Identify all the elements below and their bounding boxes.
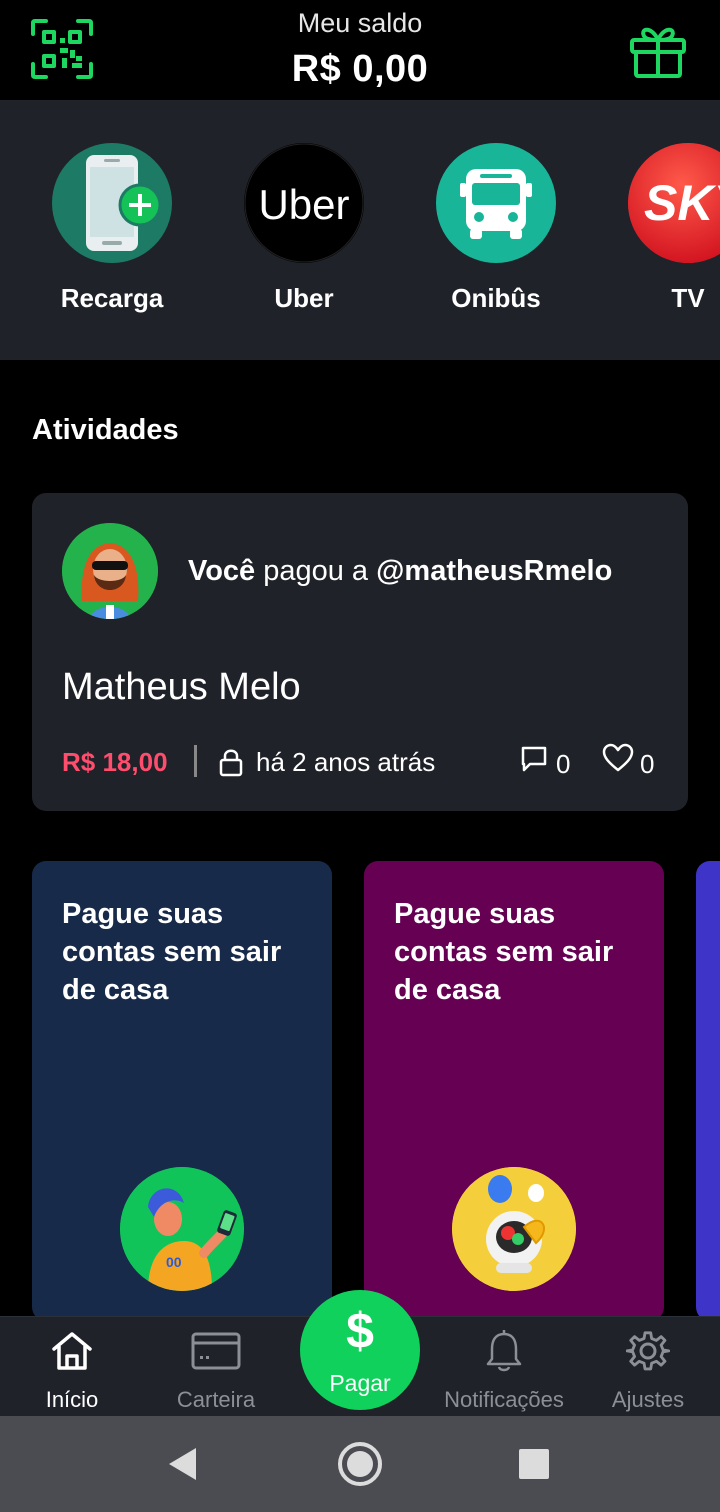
nav-label: Ajustes [611, 1387, 685, 1412]
heart-icon[interactable] [602, 743, 634, 773]
sky-logo: SKY [628, 143, 720, 263]
like-count: 0 [640, 749, 655, 779]
balance-label: Meu saldo [297, 8, 423, 38]
bell-icon [486, 1330, 522, 1372]
app-header: Meu saldo R$ 0,00 [0, 0, 720, 100]
nav-item-carteira[interactable]: Carteira [144, 1317, 288, 1417]
bus-icon [436, 143, 556, 263]
shortcut-label: TV [671, 283, 705, 313]
shortcut-uber[interactable]: Uber Uber [228, 143, 378, 333]
nav-item-ajustes[interactable]: Ajustes [576, 1317, 720, 1417]
phone-add-icon [52, 143, 172, 263]
sky-logo-text: SKY [644, 175, 720, 231]
shortcut-tv[interactable]: SKY TV [612, 143, 720, 333]
uber-logo-text: Uber [258, 181, 349, 228]
balance-value[interactable]: R$ 0,00 [0, 48, 720, 91]
dollar-icon: $ [346, 1303, 374, 1359]
activity-target-handle[interactable]: @matheusRmelo [376, 555, 612, 587]
divider [194, 745, 197, 777]
jersey-number-00: 00 [166, 1254, 182, 1270]
activity-time: há 2 anos atrás [256, 747, 436, 777]
shortcut-label: Uber [274, 283, 334, 313]
comment-icon[interactable] [520, 745, 548, 773]
activities-title: Atividades [32, 414, 179, 446]
promo-card[interactable]: Pague suas contas sem sair de casa 00 [32, 861, 332, 1321]
back-triangle-icon[interactable] [166, 1446, 198, 1482]
activity-recipient-name: Matheus Melo [62, 666, 301, 708]
nav-item-inicio[interactable]: Início [0, 1317, 144, 1417]
nav-item-notificacoes[interactable]: Notificações [432, 1317, 576, 1417]
shortcut-onibus[interactable]: Onibûs [420, 143, 570, 333]
comment-count: 0 [556, 749, 571, 779]
lock-icon [218, 747, 244, 777]
shortcut-label: Onibûs [451, 283, 541, 313]
activity-headline: Você pagou a @matheusRmelo [188, 555, 612, 588]
wallet-card-icon [191, 1332, 241, 1370]
activity-verb: pagou a [255, 555, 377, 587]
shortcut-row: Recarga Uber Uber Onibûs SK TV [0, 100, 720, 360]
nav-label: Início [45, 1387, 99, 1412]
promo-card[interactable]: Pague suas contas sem sair de casa [364, 861, 664, 1321]
pay-button[interactable]: $ Pagar [300, 1290, 420, 1410]
gear-icon [626, 1331, 670, 1371]
home-icon [52, 1332, 92, 1370]
uber-logo: Uber [244, 143, 364, 263]
activity-actor: Você [188, 555, 256, 587]
avatar[interactable] [62, 523, 158, 619]
nav-label: Notificações [444, 1387, 564, 1412]
activity-amount: R$ 18,00 [62, 747, 168, 777]
recents-square-icon[interactable] [518, 1448, 550, 1480]
shortcut-label: Recarga [60, 283, 164, 313]
astronaut-balloons-illustration [452, 1167, 576, 1291]
home-circle-icon[interactable] [336, 1440, 384, 1488]
pay-button-label: Pagar [329, 1370, 391, 1396]
gift-icon[interactable] [628, 20, 688, 80]
system-nav-bar [0, 1416, 720, 1512]
nav-label: Carteira [176, 1387, 256, 1412]
promo-card-partial[interactable] [696, 861, 720, 1321]
shortcut-recarga[interactable]: Recarga [36, 143, 186, 333]
activity-card[interactable]: Você pagou a @matheusRmelo Matheus Melo … [32, 493, 688, 811]
promo-title: Pague suas contas sem sair de casa [394, 898, 614, 1006]
person-with-phone-illustration: 00 [120, 1167, 244, 1291]
promo-title: Pague suas contas sem sair de casa [62, 898, 282, 1006]
